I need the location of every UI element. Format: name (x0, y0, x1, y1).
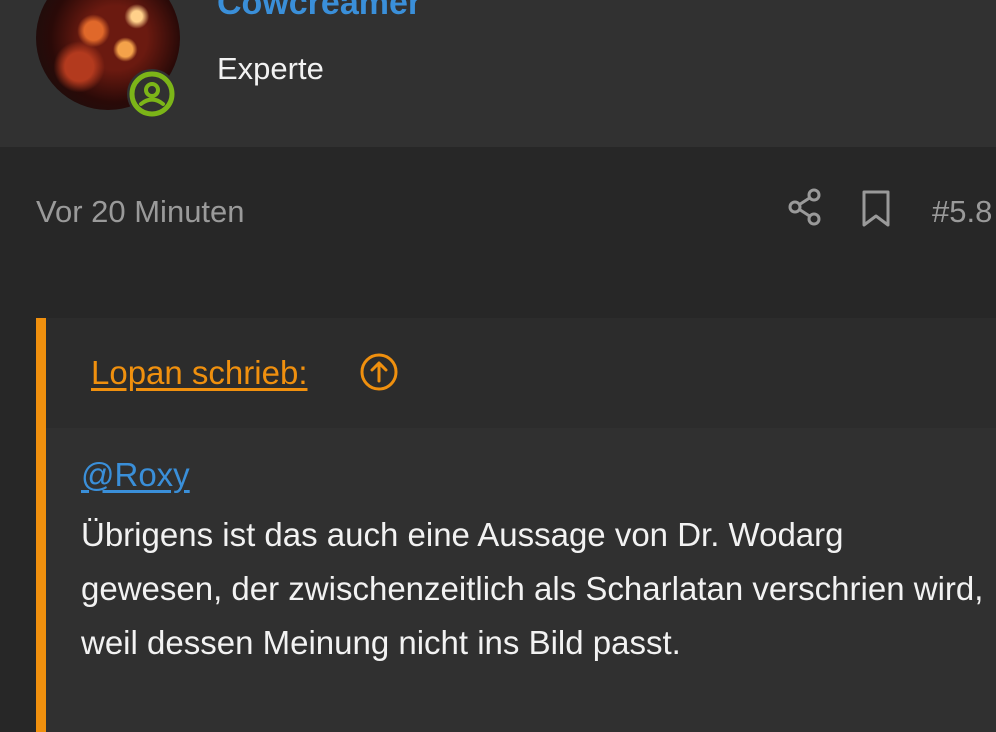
quote-header: Lopan schrieb: (46, 318, 996, 428)
user-mention-link[interactable]: @Roxy (81, 455, 190, 495)
user-circle-icon (129, 71, 175, 117)
post-author-header: Cowcreamer Experte (0, 0, 996, 147)
quote-author-link[interactable]: Lopan schrieb: (91, 353, 307, 393)
online-status-badge (127, 69, 177, 119)
author-name[interactable]: Cowcreamer (217, 0, 421, 20)
author-rank: Experte (217, 51, 324, 86)
quote-accent-bar (36, 318, 46, 732)
arrow-up-circle-icon[interactable] (359, 352, 399, 392)
share-icon[interactable] (786, 187, 824, 227)
bookmark-icon[interactable] (860, 189, 892, 229)
post-number[interactable]: #5.8 (932, 193, 992, 231)
quote-body: @Roxy Übrigens ist das auch eine Aussage… (46, 428, 996, 732)
post-timestamp[interactable]: Vor 20 Minuten (36, 193, 245, 231)
quote-block: Lopan schrieb: @Roxy Übrigens ist das au… (36, 318, 996, 732)
forum-post: Cowcreamer Experte Vor 20 Minuten #5.8 L… (0, 0, 996, 732)
quote-text: Übrigens ist das auch eine Aussage von D… (81, 516, 984, 661)
